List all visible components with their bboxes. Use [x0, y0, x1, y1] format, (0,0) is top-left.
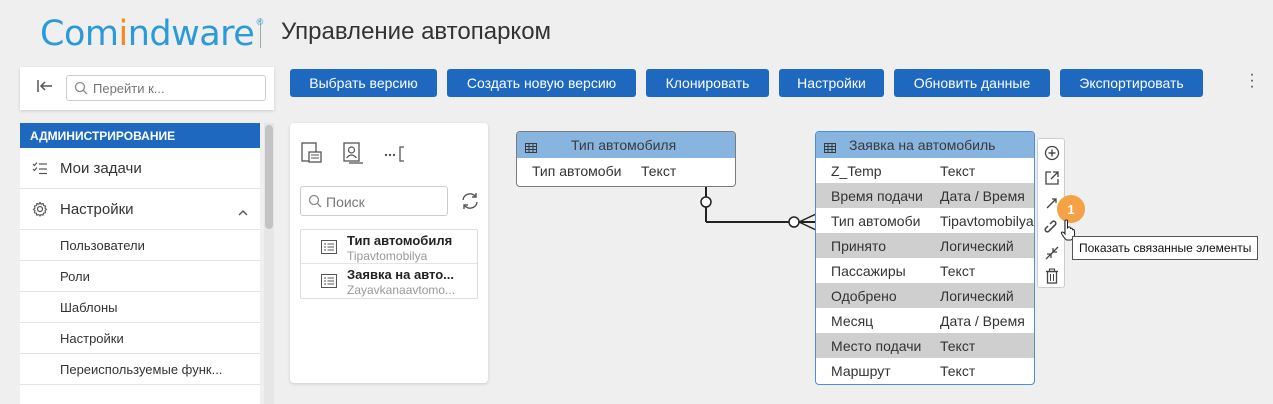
- attribute-name: Маршрут: [831, 362, 891, 379]
- entity-row[interactable]: Z_Temp Текст: [816, 158, 1034, 183]
- attribute-name: Месяц: [831, 312, 874, 329]
- attribute-type: Текст: [641, 162, 677, 179]
- entity-row[interactable]: Месяц Дата / Время: [816, 308, 1034, 333]
- entity-title: Тип автомобиля: [571, 137, 677, 153]
- attribute-type: Текст: [940, 337, 976, 354]
- entity-header[interactable]: Заявка на автомобиль: [816, 132, 1034, 158]
- add-attribute-icon[interactable]: [1043, 144, 1061, 162]
- attribute-name: Пассажиры: [831, 262, 906, 279]
- attribute-type: Текст: [940, 262, 976, 279]
- attribute-type: Дата / Время: [940, 187, 1025, 204]
- entity-title: Заявка на автомобиль: [849, 137, 996, 153]
- attribute-type: Логический: [940, 287, 1014, 304]
- attribute-name: Место подачи: [831, 337, 922, 354]
- attribute-type: Логический: [940, 237, 1014, 254]
- attribute-type: Tipavtomobilya: [940, 212, 1034, 229]
- entity-row[interactable]: Тип автомоби Tipavtomobilya: [816, 208, 1034, 233]
- trash-icon[interactable]: [1043, 267, 1061, 285]
- table-icon: [824, 140, 836, 158]
- attribute-name: Z_Temp: [831, 162, 882, 179]
- collapse-arrows-icon[interactable]: [1043, 244, 1061, 262]
- attribute-name: Тип автомоби: [831, 212, 921, 229]
- entity-row[interactable]: Место подачи Текст: [816, 333, 1034, 358]
- attribute-type: Дата / Время: [940, 312, 1025, 329]
- attribute-name: Одобрено: [831, 287, 897, 304]
- entity-row[interactable]: Тип автомоби Текст: [517, 158, 735, 183]
- attribute-type: Текст: [940, 162, 976, 179]
- open-external-icon[interactable]: [1043, 169, 1061, 187]
- attribute-name: Принято: [831, 237, 887, 254]
- entity-header[interactable]: Тип автомобиля: [517, 132, 735, 158]
- attribute-name: Время подачи: [831, 187, 923, 204]
- table-icon: [525, 140, 537, 158]
- entity-vehicle-type[interactable]: Тип автомобиля Тип автомоби Текст: [516, 131, 736, 187]
- entity-row[interactable]: Маршрут Текст: [816, 358, 1034, 383]
- entity-row[interactable]: Пассажиры Текст: [816, 258, 1034, 283]
- attribute-name: Тип автомоби: [532, 162, 622, 179]
- entity-row[interactable]: Время подачи Дата / Время: [816, 183, 1034, 208]
- tooltip: Показать связанные элементы: [1072, 236, 1259, 260]
- entity-vehicle-request[interactable]: Заявка на автомобиль Z_Temp Текст Время п…: [815, 131, 1035, 385]
- attribute-type: Текст: [940, 362, 976, 379]
- link-icon[interactable]: [1043, 219, 1061, 237]
- entity-row[interactable]: Одобрено Логический: [816, 283, 1034, 308]
- entity-row[interactable]: Принято Логический: [816, 233, 1034, 258]
